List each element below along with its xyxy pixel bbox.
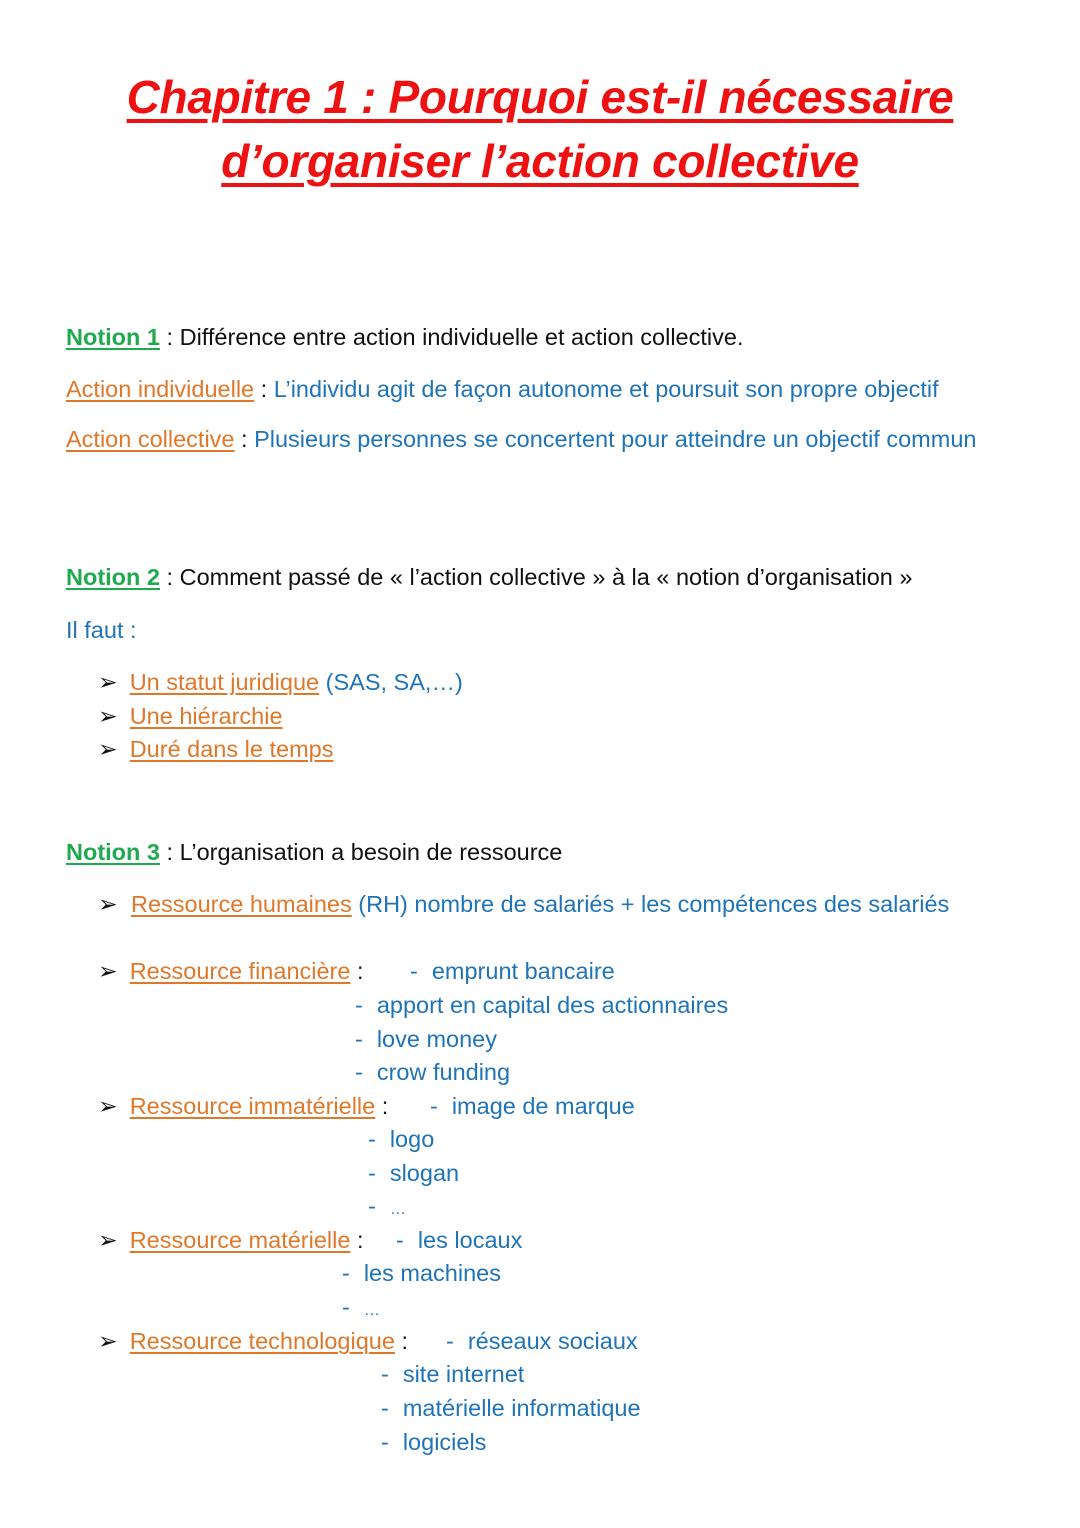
ressource-technologique-item: ➢ Ressource technologique : xyxy=(98,1326,408,1356)
notion-3-sep: : xyxy=(160,839,180,865)
dash-icon: - xyxy=(368,1126,376,1152)
sub-item: - logo xyxy=(368,1124,434,1154)
list-item: ➢ Une hiérarchie xyxy=(98,701,283,731)
sub-item-text: … xyxy=(389,1201,406,1218)
dash-icon: - xyxy=(355,1026,363,1052)
action-collective-definition: Action collective : Plusieurs personnes … xyxy=(66,422,1014,456)
sub-item: - matérielle informatique xyxy=(381,1393,641,1423)
arrow-bullet-icon: ➢ xyxy=(98,958,118,984)
sub-item-text: apport en capital des actionnaires xyxy=(376,992,729,1018)
sub-item-text: les locaux xyxy=(417,1227,523,1253)
dash-icon: - xyxy=(381,1429,389,1455)
action-collective-def: Plusieurs personnes se concertent pour a… xyxy=(254,426,977,452)
sub-item: - image de marque xyxy=(430,1091,635,1121)
sub-item: - emprunt bancaire xyxy=(410,956,615,986)
sub-item-text: crow funding xyxy=(376,1059,511,1085)
notion-3-text: L’organisation a besoin de ressource xyxy=(179,839,563,865)
sub-item-text: image de marque xyxy=(451,1093,635,1119)
list-item-term: Une hiérarchie xyxy=(129,703,283,729)
notion-1-label: Notion 1 xyxy=(66,324,160,350)
list-item-extra: (SAS, SA,…) xyxy=(319,669,463,695)
notion-3-label: Notion 3 xyxy=(66,839,160,865)
ressource-technologique-term: Ressource technologique xyxy=(129,1328,395,1354)
sub-item-text: matérielle informatique xyxy=(402,1395,641,1421)
notion-1-heading: Notion 1 : Différence entre action indiv… xyxy=(66,322,743,352)
notion-2-label: Notion 2 xyxy=(66,564,160,590)
dash-icon: - xyxy=(381,1395,389,1421)
action-collective-term: Action collective xyxy=(66,426,235,452)
sub-item: - réseaux sociaux xyxy=(446,1326,638,1356)
colon: : xyxy=(356,958,364,984)
notion-2-text: Comment passé de « l’action collective »… xyxy=(179,564,913,590)
ressource-humaines-def: (RH) nombre de salariés + les compétence… xyxy=(358,891,950,917)
arrow-bullet-icon: ➢ xyxy=(98,1328,118,1354)
sub-item: -… xyxy=(368,1191,406,1225)
sub-item: - apport en capital des actionnaires xyxy=(355,990,728,1020)
sub-item: - logiciels xyxy=(381,1427,486,1457)
dash-icon: - xyxy=(368,1193,376,1219)
dash-icon: - xyxy=(342,1294,350,1320)
dash-icon: - xyxy=(381,1361,389,1387)
sub-item: -… xyxy=(342,1292,380,1326)
sub-item-text: site internet xyxy=(402,1361,525,1387)
sub-item-text: emprunt bancaire xyxy=(431,958,615,984)
sub-item: - les locaux xyxy=(396,1225,522,1255)
dash-icon: - xyxy=(342,1260,350,1286)
sub-item: - love money xyxy=(355,1024,497,1054)
sub-item: - site internet xyxy=(381,1359,524,1389)
list-item-term: Un statut juridique xyxy=(129,669,320,695)
notion-2-sep: : xyxy=(160,564,180,590)
ressource-materielle-term: Ressource matérielle xyxy=(129,1227,351,1253)
sub-item: - slogan xyxy=(368,1158,459,1188)
action-individuelle-def: L’individu agit de façon autonome et pou… xyxy=(273,376,939,402)
ressource-financiere-item: ➢ Ressource financière : xyxy=(98,956,364,986)
arrow-bullet-icon: ➢ xyxy=(98,1227,118,1253)
dash-icon: - xyxy=(355,1059,363,1085)
sub-item: - les machines xyxy=(342,1258,501,1288)
sub-item-text: logo xyxy=(389,1126,435,1152)
chapter-title-line-2: d’organiser l’action collective xyxy=(221,135,859,187)
colon: : xyxy=(401,1328,408,1354)
action-individuelle-sep: : xyxy=(254,376,274,402)
sub-item-text: logiciels xyxy=(402,1429,487,1455)
action-individuelle-definition: Action individuelle : L’individu agit de… xyxy=(66,374,939,404)
notion-2-heading: Notion 2 : Comment passé de « l’action c… xyxy=(66,562,912,592)
sub-item: - crow funding xyxy=(355,1057,510,1087)
notion-3-heading: Notion 3 : L’organisation a besoin de re… xyxy=(66,837,562,867)
ressource-materielle-item: ➢ Ressource matérielle : xyxy=(98,1225,364,1255)
ressource-immaterielle-term: Ressource immatérielle xyxy=(129,1093,376,1119)
il-faut-intro: Il faut : xyxy=(66,617,137,643)
dash-icon: - xyxy=(355,992,363,1018)
action-individuelle-term: Action individuelle xyxy=(66,376,255,402)
arrow-bullet-icon: ➢ xyxy=(98,1093,118,1119)
colon: : xyxy=(356,1227,364,1253)
ressource-humaines-term: Ressource humaines xyxy=(131,891,352,917)
dash-icon: - xyxy=(368,1160,376,1186)
dash-icon: - xyxy=(446,1328,454,1354)
arrow-bullet-icon: ➢ xyxy=(98,703,118,729)
list-item: ➢ Duré dans le temps xyxy=(98,734,333,764)
sub-item-text: … xyxy=(363,1302,380,1319)
ressource-financiere-term: Ressource financière xyxy=(129,958,351,984)
action-collective-sep: : xyxy=(234,426,255,452)
sub-item-text: réseaux sociaux xyxy=(467,1328,638,1354)
sub-item-text: slogan xyxy=(389,1160,460,1186)
notion-1-text: Différence entre action individuelle et … xyxy=(179,324,744,350)
dash-icon: - xyxy=(410,958,418,984)
sub-item-text: love money xyxy=(376,1026,498,1052)
arrow-bullet-icon: ➢ xyxy=(98,736,118,762)
ressource-humaines-item: Ressource humaines (RH) nombre de salari… xyxy=(131,887,1014,921)
arrow-bullet-icon: ➢ xyxy=(98,891,118,917)
list-item-term: Duré dans le temps xyxy=(129,736,334,762)
arrow-bullet-icon: ➢ xyxy=(98,669,118,695)
list-item: ➢ Un statut juridique (SAS, SA,…) xyxy=(98,667,463,697)
ressource-immaterielle-item: ➢ Ressource immatérielle : xyxy=(98,1091,388,1121)
colon: : xyxy=(381,1093,389,1119)
sub-item-text: les machines xyxy=(363,1260,501,1286)
dash-icon: - xyxy=(396,1227,404,1253)
chapter-title-line-1: Chapitre 1 : Pourquoi est-il nécessaire xyxy=(126,71,954,123)
dash-icon: - xyxy=(430,1093,438,1119)
notion-1-sep: : xyxy=(160,324,180,350)
